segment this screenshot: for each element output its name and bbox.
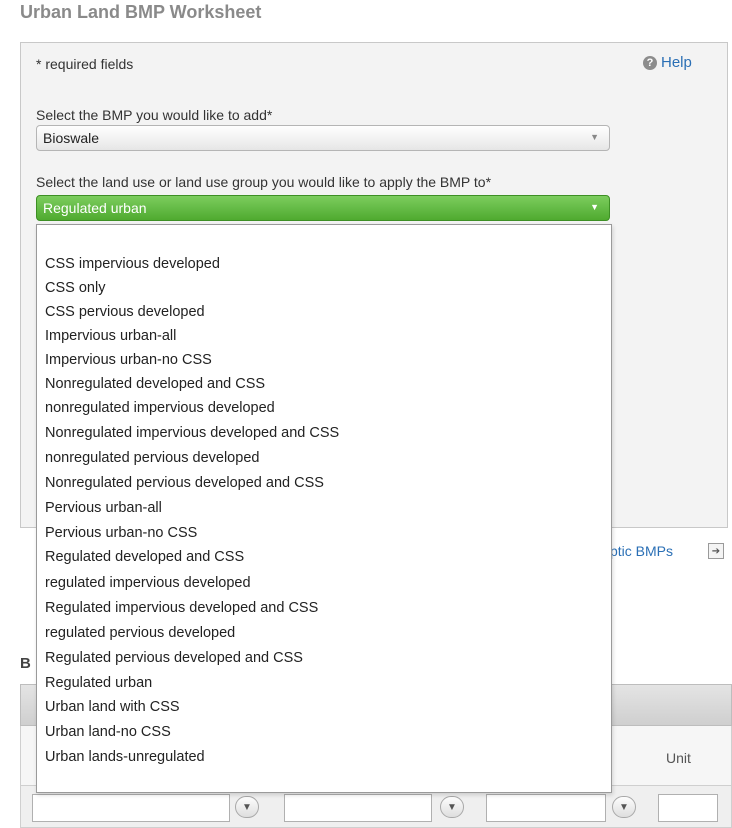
dropdown-option[interactable]: Impervious urban-all bbox=[45, 328, 176, 344]
landuse-dropdown-list: CSS impervious developed CSS only CSS pe… bbox=[36, 224, 612, 793]
bmp-select[interactable]: Bioswale ▼ bbox=[36, 125, 610, 151]
question-circle-icon: ? bbox=[643, 55, 657, 70]
page-title: Urban Land BMP Worksheet bbox=[20, 2, 262, 22]
filter-input[interactable] bbox=[658, 794, 718, 822]
arrow-right-icon[interactable]: ➔ bbox=[708, 543, 724, 559]
dropdown-option[interactable]: Urban lands-unregulated bbox=[45, 749, 205, 765]
dropdown-option[interactable]: Nonregulated developed and CSS bbox=[45, 376, 265, 392]
dropdown-option[interactable]: Regulated impervious developed and CSS bbox=[45, 600, 318, 616]
landuse-select[interactable]: Regulated urban ▼ bbox=[36, 195, 610, 221]
dropdown-option[interactable]: Impervious urban-no CSS bbox=[45, 352, 212, 368]
filter-input[interactable] bbox=[486, 794, 606, 822]
landuse-select-value: Regulated urban bbox=[43, 200, 147, 216]
dropdown-option[interactable]: CSS only bbox=[45, 280, 105, 296]
dropdown-option[interactable]: regulated pervious developed bbox=[45, 625, 235, 641]
bmp-select-label: Select the BMP you would like to add* bbox=[36, 107, 273, 123]
dropdown-option[interactable]: Nonregulated impervious developed and CS… bbox=[45, 425, 339, 441]
bmp-select-value: Bioswale bbox=[43, 130, 100, 146]
chevron-down-icon: ▼ bbox=[590, 132, 599, 142]
dropdown-option[interactable]: CSS impervious developed bbox=[45, 256, 220, 272]
dropdown-option[interactable]: CSS pervious developed bbox=[45, 304, 205, 320]
section-heading-fragment: B bbox=[20, 655, 31, 672]
dropdown-option[interactable]: Pervious urban-all bbox=[45, 500, 162, 516]
help-label: Help bbox=[661, 54, 692, 71]
septic-bmps-link[interactable]: ptic BMPs bbox=[610, 543, 673, 559]
unit-column-header: Unit bbox=[666, 750, 691, 766]
dropdown-option[interactable]: Regulated pervious developed and CSS bbox=[45, 650, 303, 666]
dropdown-option[interactable]: Urban land-no CSS bbox=[45, 724, 171, 740]
dropdown-option[interactable]: Urban land with CSS bbox=[45, 699, 180, 715]
chevron-down-icon: ▼ bbox=[590, 202, 599, 212]
dropdown-option[interactable]: nonregulated impervious developed bbox=[45, 400, 275, 416]
dropdown-option[interactable]: Pervious urban-no CSS bbox=[45, 525, 197, 541]
filter-icon[interactable]: ▼ bbox=[235, 796, 259, 818]
filter-input[interactable] bbox=[32, 794, 230, 822]
filter-icon[interactable]: ▼ bbox=[612, 796, 636, 818]
dropdown-option[interactable]: Regulated developed and CSS bbox=[45, 549, 244, 565]
filter-input[interactable] bbox=[284, 794, 432, 822]
required-fields-note: * required fields bbox=[36, 56, 134, 72]
dropdown-option[interactable]: regulated impervious developed bbox=[45, 575, 251, 591]
help-link[interactable]: ? Help bbox=[643, 54, 692, 71]
dropdown-option-selected[interactable]: Regulated urban bbox=[45, 675, 152, 691]
landuse-select-label: Select the land use or land use group yo… bbox=[36, 174, 492, 190]
dropdown-option[interactable]: nonregulated pervious developed bbox=[45, 450, 259, 466]
dropdown-option[interactable]: Nonregulated pervious developed and CSS bbox=[45, 475, 324, 491]
filter-icon[interactable]: ▼ bbox=[440, 796, 464, 818]
